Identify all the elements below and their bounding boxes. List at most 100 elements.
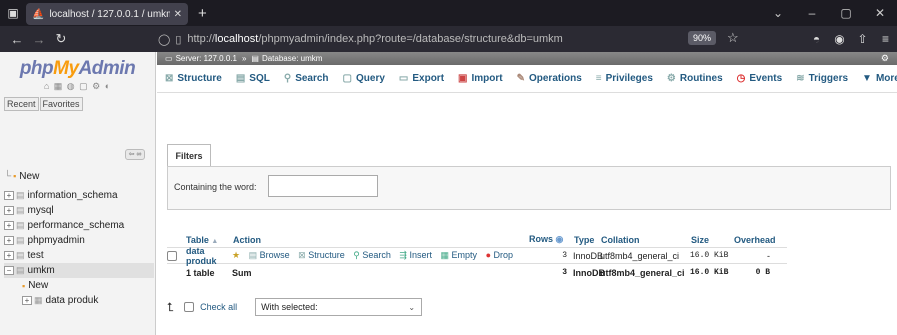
row-actions: ★ ▤ Browse ⊠ Structure ⚲ Search ⇶ Insert… [232,250,528,261]
tables-list: Table ▲ Action Rows ◉ Type Collation Siz… [167,232,787,281]
tab-operations[interactable]: ✎ Operations [517,73,582,84]
zoom-indicator[interactable]: 90% [688,31,717,45]
breadcrumb-database[interactable]: Database: umkm [262,54,322,63]
sum-type: InnoDB [573,267,605,278]
query-icon: ▢ [342,73,352,84]
bookmark-star-icon[interactable]: ☆ [727,30,739,46]
insert-link[interactable]: ⇶ Insert [399,250,432,260]
row-size[interactable]: 16.0 KiB [690,251,740,260]
tree-item-test[interactable]: + ▤ test [4,248,154,263]
tab-export[interactable]: ▭ Export [399,73,444,84]
tree-item-information-schema[interactable]: + ▤ information_schema [4,188,154,203]
col-table-header[interactable]: Table ▲ [186,235,233,245]
tab-query[interactable]: ▢ Query [343,73,385,84]
tab-routines[interactable]: ⚙ Routines [667,73,723,84]
database-icon: ▤ [16,235,25,245]
tree-item-new[interactable]: └ ▪ New [4,164,154,188]
tree-item-phpmyadmin[interactable]: + ▤ phpmyadmin [4,233,154,248]
filter-input[interactable] [268,175,378,197]
col-size-header[interactable]: Size [691,235,734,245]
browse-link[interactable]: ▤ Browse [249,250,290,260]
forward-icon[interactable]: → [28,32,50,47]
expand-icon[interactable]: + [4,206,14,215]
col-type-header[interactable]: Type [574,235,601,245]
menu-icon[interactable]: ≡ [874,32,897,46]
col-collation-header[interactable]: Collation [601,235,691,245]
tab-more[interactable]: ▼More [862,73,897,84]
tab-import[interactable]: ▣ Import [458,73,503,84]
row-collation: utf8mb4_general_ci [600,250,680,261]
recent-tab[interactable]: Recent [4,97,39,111]
table-name-link[interactable]: data produk [186,246,232,266]
minimize-icon[interactable]: – [795,6,829,20]
database-icon: ▤ [16,220,25,230]
database-tree: └ ▪ New + ▤ information_schema + ▤ mysql + ▤ per… [4,164,154,308]
url-text: http://localhost/phpmyadmin/index.php?ro… [187,33,563,45]
tree-item-mysql[interactable]: + ▤ mysql [4,203,154,218]
tab-list-icon[interactable]: ▣ [0,0,26,26]
tree-item-new-table[interactable]: ▪ New [4,278,154,293]
reload-icon[interactable]: ↻ [50,31,72,47]
collapse-icon[interactable]: − [4,266,14,275]
back-icon[interactable]: ← [6,32,28,47]
tab-privileges[interactable]: ≡ Privileges [596,73,653,84]
col-rows-header[interactable]: Rows ◉ [529,234,574,245]
navigation-panel: phpMyAdmin ⌂ ▦ ◍ ▢ ⚙ ◐ Recent Favorites ⇦… [0,52,156,335]
breadcrumb-server[interactable]: Server: 127.0.0.1 [176,54,237,63]
close-tab-icon[interactable]: ✕ [174,9,182,20]
tab-events[interactable]: ◷ Events [737,73,783,84]
collapse-link-icon[interactable]: ⇦ ∞ [125,149,145,160]
expand-icon[interactable]: + [4,236,14,245]
structure-link[interactable]: ⊠ Structure [298,250,345,260]
check-all-label[interactable]: Check all [200,302,237,312]
extensions-icon[interactable]: ⇧ [851,32,874,46]
close-window-icon[interactable]: ✕ [863,6,897,20]
with-selected-dropdown[interactable]: With selected: ⌄ [255,298,423,316]
check-all-checkbox[interactable] [184,302,195,312]
phpmyadmin-logo[interactable]: phpMyAdmin [0,58,155,80]
privileges-icon: ≡ [595,73,602,84]
new-table-icon: ▪ [22,280,26,291]
tab-overflow-icon[interactable]: ⌄ [761,6,795,20]
sum-overhead: 0 B [755,268,770,277]
expand-icon[interactable]: + [4,251,14,260]
account-icon[interactable]: ◉ [828,32,851,46]
database-icon: ▤ [16,205,25,215]
settings-gear-icon[interactable]: ⚙ [881,53,889,64]
url-bar[interactable]: ◯ ▯ http://localhost/phpmyadmin/index.ph… [158,28,733,50]
sum-tables: 1 table [186,267,215,278]
tab-search[interactable]: ⚲ Search [284,73,329,84]
help-icon[interactable]: ◉ [556,234,564,244]
drop-link[interactable]: ● Drop [486,250,513,260]
sum-rows: 3 [562,268,567,277]
table-row: data produk ★ ▤ Browse ⊠ Structure ⚲ Sea… [167,246,787,266]
tree-item-performance-schema[interactable]: + ▤ performance_schema [4,218,154,233]
sum-label: Sum [232,267,252,278]
col-action-header: Action [233,234,261,245]
row-checkbox[interactable] [167,250,177,261]
filter-label: Containing the word: [174,182,257,192]
new-tab-icon[interactable]: + [198,5,207,22]
database-icon: ▤ [16,265,25,275]
favorite-star-icon[interactable]: ★ [232,250,240,260]
with-selected-value: With selected: [261,302,318,312]
nav-quick-icons[interactable]: ⌂ ▦ ◍ ▢ ⚙ ◐ [0,81,155,92]
recent-favorites-tabs: Recent Favorites [4,97,155,111]
tab-triggers[interactable]: ≋ Triggers [796,73,848,84]
col-overhead-header[interactable]: Overhead [734,235,776,245]
expand-icon[interactable]: + [4,191,14,200]
favorites-tab[interactable]: Favorites [39,97,83,111]
page-icon: ▯ [175,33,182,46]
maximize-icon[interactable]: ▢ [829,6,863,20]
browser-tab[interactable]: ⛵ localhost / 127.0.0.1 / umkm | p ✕ [26,3,188,25]
empty-link[interactable]: ▦ Empty [441,250,478,260]
expand-icon[interactable]: + [4,221,14,230]
tab-sql[interactable]: ▤ SQL [236,73,270,84]
row-overhead: - [767,250,770,261]
tree-item-umkm[interactable]: − ▤ umkm [4,263,154,278]
tab-structure[interactable]: ⊠ Structure [165,73,222,84]
tree-item-data-produk[interactable]: + ▦ data produk [4,293,154,308]
search-link[interactable]: ⚲ Search [353,250,391,260]
pocket-icon[interactable]: ◓ [805,32,828,46]
expand-icon[interactable]: + [22,296,32,305]
